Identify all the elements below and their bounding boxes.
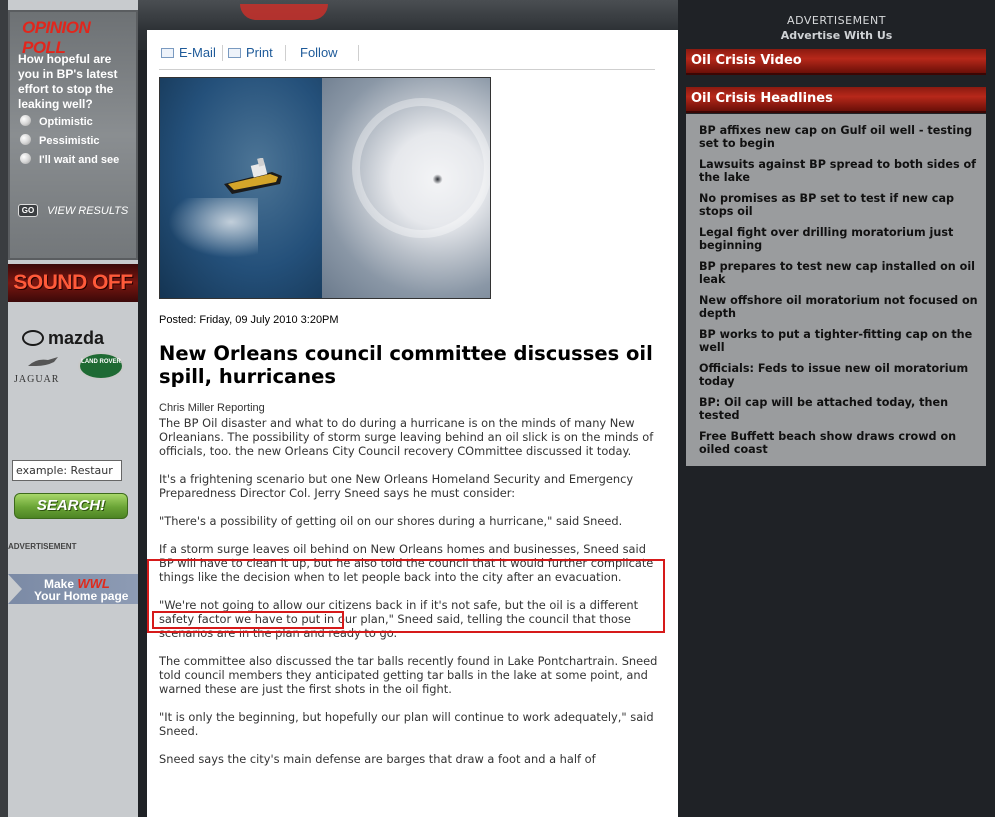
poll-go-button[interactable]: GO (18, 204, 38, 217)
poll-option-label: Pessimistic (39, 135, 100, 147)
oil-crisis-video-header[interactable]: Oil Crisis Video (686, 49, 986, 75)
left-advertisement-label: ADVERTISEMENT (8, 542, 77, 551)
article-paragraph: "It is only the beginning, but hopefully… (159, 710, 654, 738)
posted-date: Posted: Friday, 09 July 2010 3:20PM (159, 314, 339, 326)
article-headline: New Orleans council committee discusses … (159, 342, 653, 388)
mazda-logo-text: mazda (48, 328, 105, 348)
search-button[interactable]: SEARCH! (14, 493, 128, 519)
view-results-link[interactable]: VIEW RESULTS (47, 205, 128, 217)
printer-icon (228, 48, 241, 58)
poll-option-optimistic[interactable]: Optimistic (18, 115, 93, 129)
headline-link[interactable]: BP affixes new cap on Gulf oil well - te… (699, 124, 984, 150)
headline-link[interactable]: No promises as BP set to test if new cap… (699, 192, 984, 218)
advertise-with-us-link[interactable]: Advertise With Us (678, 29, 995, 42)
toolbar-divider (222, 45, 223, 61)
banner-boat-image (240, 4, 328, 20)
poll-option-wait[interactable]: I'll wait and see (18, 153, 130, 167)
headline-link[interactable]: BP prepares to test new cap installed on… (699, 260, 984, 286)
email-label: E-Mail (179, 45, 216, 60)
follow-label: Follow (300, 45, 338, 60)
article-paragraph: The BP Oil disaster and what to do durin… (159, 416, 654, 458)
article-paragraph: The committee also discussed the tar bal… (159, 654, 658, 696)
article-paragraph: "There's a possibility of getting oil on… (159, 514, 623, 528)
article-paragraph: Sneed says the city's main defense are b… (159, 752, 596, 766)
boat-wake (168, 198, 258, 258)
sound-off-banner[interactable]: SOUND OFF (8, 264, 138, 302)
left-sidebar: OPINION POLL How hopeful are you in BP's… (0, 0, 138, 817)
headline-link[interactable]: BP works to put a tighter-fitting cap on… (699, 328, 984, 354)
headline-link[interactable]: New offshore oil moratorium not focused … (699, 294, 984, 320)
article-byline: Chris Miller Reporting (159, 402, 265, 414)
tugboat-photo (160, 78, 322, 298)
toolbar-divider (358, 45, 359, 61)
toolbar-divider (285, 45, 286, 61)
poll-option-label: I'll wait and see (39, 154, 120, 166)
print-button[interactable]: Print (228, 45, 273, 60)
article-paragraph: It's a frightening scenario but one New … (159, 472, 634, 500)
radio-icon[interactable] (20, 134, 31, 145)
headline-link[interactable]: Legal fight over drilling moratorium jus… (699, 226, 984, 252)
land-rover-logo[interactable]: LAND ROVER (78, 352, 124, 380)
headline-link[interactable]: Lawsuits against BP spread to both sides… (699, 158, 984, 184)
oil-crisis-headlines-header: Oil Crisis Headlines (686, 87, 986, 113)
article-toolbar: E-Mail Print Follow (159, 42, 655, 70)
jaguar-leaper-icon (26, 354, 60, 372)
envelope-icon (161, 48, 174, 58)
headline-link[interactable]: Free Buffett beach show draws crowd on o… (699, 430, 984, 456)
headline-link[interactable]: Officials: Feds to issue new oil morator… (699, 362, 984, 388)
mazda-logo[interactable]: mazda (22, 328, 104, 349)
radio-icon[interactable] (20, 115, 31, 126)
poll-option-pessimistic[interactable]: Pessimistic (18, 134, 100, 148)
print-label: Print (246, 45, 273, 60)
headlines-list: BP affixes new cap on Gulf oil well - te… (686, 114, 986, 466)
follow-button[interactable]: Follow (300, 45, 338, 60)
headline-link[interactable]: BP: Oil cap will be attached today, then… (699, 396, 984, 422)
sponsor-logos[interactable]: mazda JAGUAR LAND ROVER (8, 318, 138, 398)
opinion-poll: OPINION POLL How hopeful are you in BP's… (8, 10, 138, 260)
hurricane-satellite-photo (322, 78, 490, 298)
tugboat-icon (222, 157, 286, 196)
poll-submit-row: GO VIEW RESULTS (18, 200, 128, 219)
highlight-annotation-box-inner (152, 611, 344, 629)
mazda-mark-icon (22, 330, 44, 346)
left-edge-divider (0, 0, 8, 817)
banner-arrow-icon (8, 574, 22, 604)
jaguar-logo[interactable]: JAGUAR (14, 374, 59, 385)
right-advertisement-label: ADVERTISEMENT (787, 14, 886, 27)
make-wwl-homepage-banner[interactable]: Make WWL Your Home page (8, 574, 138, 604)
article-panel: E-Mail Print Follow Posted: Friday, 09 J… (147, 30, 678, 817)
poll-option-label: Optimistic (39, 116, 93, 128)
search-input[interactable] (12, 460, 122, 481)
radio-icon[interactable] (20, 153, 31, 164)
article-hero-image (159, 77, 491, 299)
banner-line2: Your Home page (34, 589, 129, 603)
poll-question: How hopeful are you in BP's latest effor… (18, 52, 118, 111)
email-button[interactable]: E-Mail (161, 45, 216, 60)
hurricane-swirl (352, 98, 490, 238)
